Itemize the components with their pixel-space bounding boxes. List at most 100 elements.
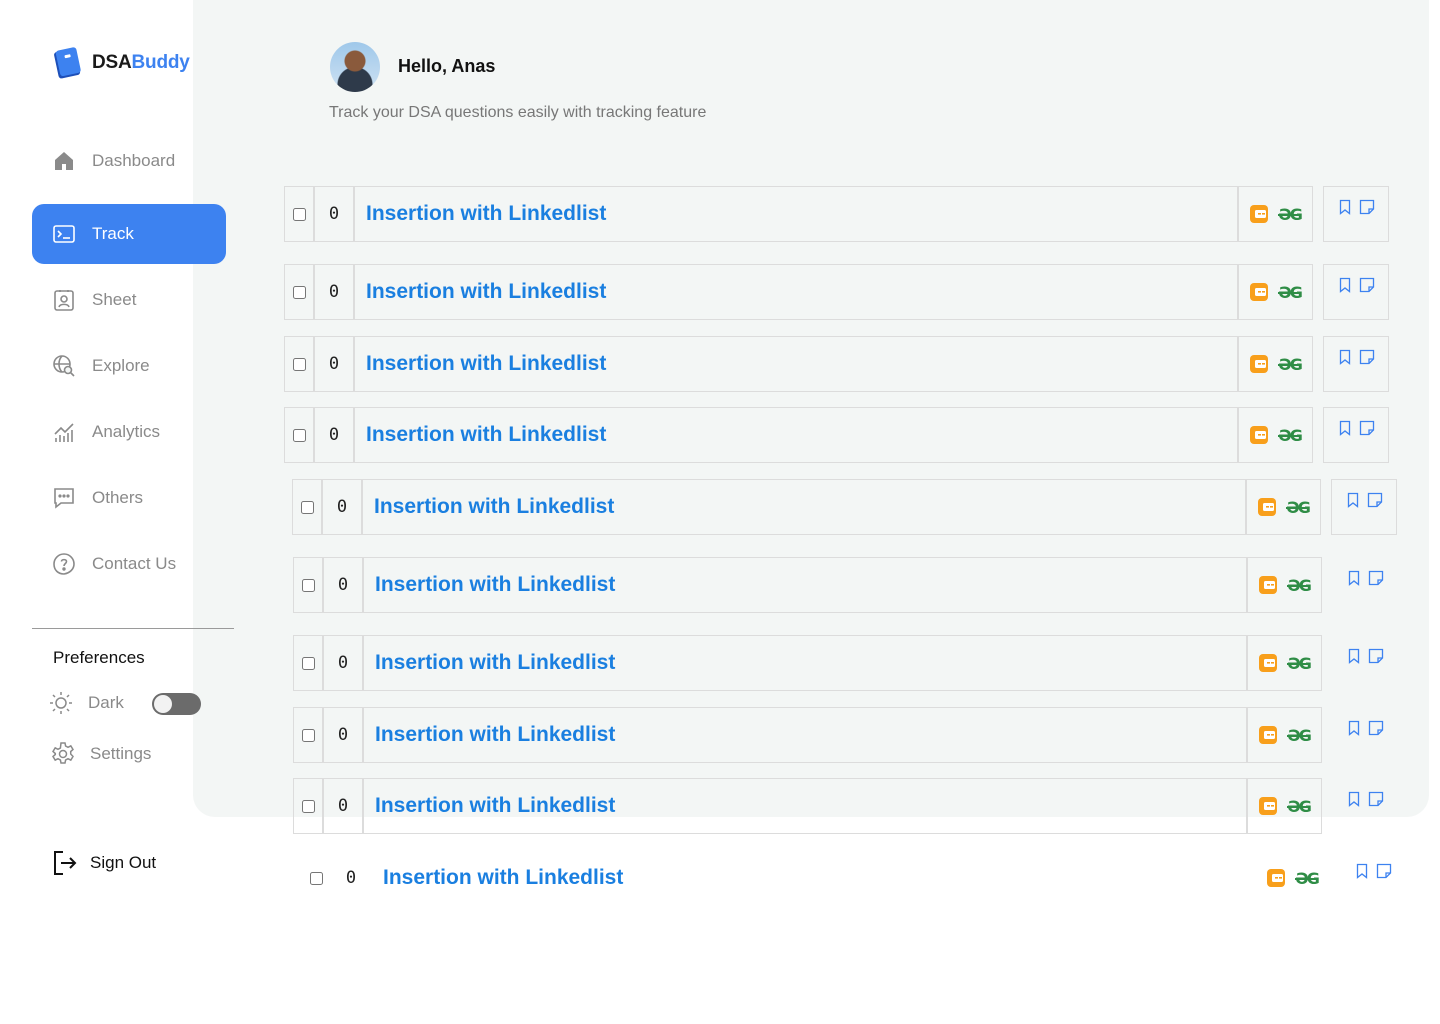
brand-logo[interactable]: DSABuddy	[52, 46, 190, 80]
sign-out-button[interactable]: Sign Out	[52, 850, 156, 876]
question-title-link[interactable]: Insertion with Linkedlist	[354, 264, 1238, 320]
leetcode-icon[interactable]	[1258, 498, 1277, 516]
question-title-link[interactable]: Insertion with Linkedlist	[354, 407, 1238, 463]
question-actions	[1332, 557, 1398, 613]
sidebar-item-label: Sheet	[92, 290, 137, 309]
geeksforgeeks-icon[interactable]: ƏG	[1287, 726, 1312, 745]
note-icon[interactable]	[1368, 720, 1384, 741]
sign-out-label: Sign Out	[90, 853, 157, 872]
question-checkbox[interactable]	[292, 207, 306, 221]
geeksforgeeks-icon[interactable]: ƏG	[1278, 355, 1303, 374]
geeksforgeeks-icon[interactable]: ƏG	[1278, 283, 1303, 302]
geeksforgeeks-icon[interactable]: ƏG	[1286, 498, 1311, 517]
geeksforgeeks-icon[interactable]: ƏG	[1295, 869, 1320, 888]
sidebar-item-dashboard[interactable]: Dashboard	[32, 131, 226, 191]
sidebar-item-label: Others	[92, 488, 144, 507]
bookmark-icon[interactable]	[1346, 791, 1362, 812]
track-icon	[52, 222, 76, 246]
bookmark-icon[interactable]	[1337, 420, 1353, 441]
leetcode-icon[interactable]	[1259, 576, 1278, 594]
leetcode-icon[interactable]	[1259, 797, 1278, 815]
question-title-link[interactable]: Insertion with Linkedlist	[363, 707, 1247, 763]
bookmark-icon[interactable]	[1345, 492, 1361, 513]
leetcode-icon[interactable]	[1250, 283, 1269, 301]
note-icon[interactable]	[1368, 570, 1384, 591]
geeksforgeeks-icon[interactable]: ƏG	[1278, 426, 1303, 445]
brand-name: DSABuddy	[92, 52, 190, 73]
sidebar-item-analytics[interactable]: Analytics	[32, 402, 226, 462]
question-title-link[interactable]: Insertion with Linkedlist	[371, 850, 1255, 906]
bookmark-icon[interactable]	[1346, 648, 1362, 669]
sidebar-item-others[interactable]: Others	[32, 468, 226, 528]
leetcode-icon[interactable]	[1250, 355, 1269, 373]
dark-mode-toggle[interactable]	[152, 693, 201, 715]
question-title-link[interactable]: Insertion with Linkedlist	[363, 635, 1247, 691]
avatar[interactable]	[330, 42, 380, 92]
bookmark-icon[interactable]	[1346, 720, 1362, 741]
sign-out-icon	[54, 851, 77, 875]
bookmark-icon[interactable]	[1337, 199, 1353, 220]
bookmark-icon[interactable]	[1337, 349, 1353, 370]
sidebar-item-track[interactable]: Track	[32, 204, 226, 264]
sidebar-item-label: Track	[92, 224, 134, 243]
note-icon[interactable]	[1359, 420, 1375, 441]
question-title-link[interactable]: Insertion with Linkedlist	[354, 336, 1238, 392]
sidebar-item-sheet[interactable]: Sheet	[32, 270, 226, 330]
question-checkbox[interactable]	[300, 500, 314, 514]
note-icon[interactable]	[1368, 791, 1384, 812]
question-actions	[1331, 479, 1397, 535]
sidebar-item-explore[interactable]: Explore	[32, 336, 226, 396]
checkbox-cell	[284, 264, 314, 320]
note-icon[interactable]	[1359, 199, 1375, 220]
checkbox-cell	[284, 407, 314, 463]
question-checkbox[interactable]	[301, 799, 315, 813]
contact-card-icon	[52, 288, 76, 312]
checkbox-cell	[293, 557, 323, 613]
sidebar-divider	[32, 628, 234, 629]
question-title-link[interactable]: Insertion with Linkedlist	[354, 186, 1238, 242]
home-icon	[52, 149, 76, 173]
note-icon[interactable]	[1368, 648, 1384, 669]
sidebar-item-label: Explore	[92, 356, 150, 375]
dark-mode-label: Dark	[88, 693, 124, 712]
question-checkbox[interactable]	[301, 656, 315, 670]
checkbox-cell	[284, 336, 314, 392]
preferences-title: Preferences	[53, 648, 145, 667]
question-checkbox[interactable]	[301, 578, 315, 592]
question-checkbox[interactable]	[292, 285, 306, 299]
bookmark-icon[interactable]	[1346, 570, 1362, 591]
question-title-link[interactable]: Insertion with Linkedlist	[363, 557, 1247, 613]
question-title-link[interactable]: Insertion with Linkedlist	[363, 778, 1247, 834]
sidebar-item-contact-us[interactable]: Contact Us	[32, 534, 226, 594]
bookmark-icon[interactable]	[1354, 863, 1370, 884]
geeksforgeeks-icon[interactable]: ƏG	[1287, 576, 1312, 595]
question-checkbox[interactable]	[292, 428, 306, 442]
note-icon[interactable]	[1359, 277, 1375, 298]
note-icon[interactable]	[1367, 492, 1383, 513]
checkbox-cell	[293, 707, 323, 763]
settings-item[interactable]: Settings	[50, 741, 151, 767]
leetcode-icon[interactable]	[1250, 205, 1269, 223]
leetcode-icon[interactable]	[1267, 869, 1286, 887]
leetcode-icon[interactable]	[1259, 726, 1278, 744]
geeksforgeeks-icon[interactable]: ƏG	[1278, 205, 1303, 224]
dark-mode-row: Dark	[48, 690, 124, 716]
note-icon[interactable]	[1359, 349, 1375, 370]
geeksforgeeks-icon[interactable]: ƏG	[1287, 797, 1312, 816]
question-checkbox[interactable]	[301, 728, 315, 742]
gear-icon	[52, 742, 74, 764]
question-checkbox[interactable]	[292, 357, 306, 371]
bookmark-icon[interactable]	[1337, 277, 1353, 298]
question-title-link[interactable]: Insertion with Linkedlist	[362, 479, 1246, 535]
leetcode-icon[interactable]	[1259, 654, 1278, 672]
help-icon	[52, 552, 76, 576]
sidebar-item-label: Dashboard	[92, 151, 176, 170]
geeksforgeeks-icon[interactable]: ƏG	[1287, 654, 1312, 673]
question-checkbox[interactable]	[309, 871, 323, 885]
note-icon[interactable]	[1376, 863, 1392, 884]
platform-links: ƏG	[1255, 850, 1330, 906]
question-count: 0	[345, 868, 357, 888]
platform-links: ƏG	[1238, 336, 1313, 392]
leetcode-icon[interactable]	[1250, 426, 1269, 444]
question-count: 0	[323, 635, 363, 691]
